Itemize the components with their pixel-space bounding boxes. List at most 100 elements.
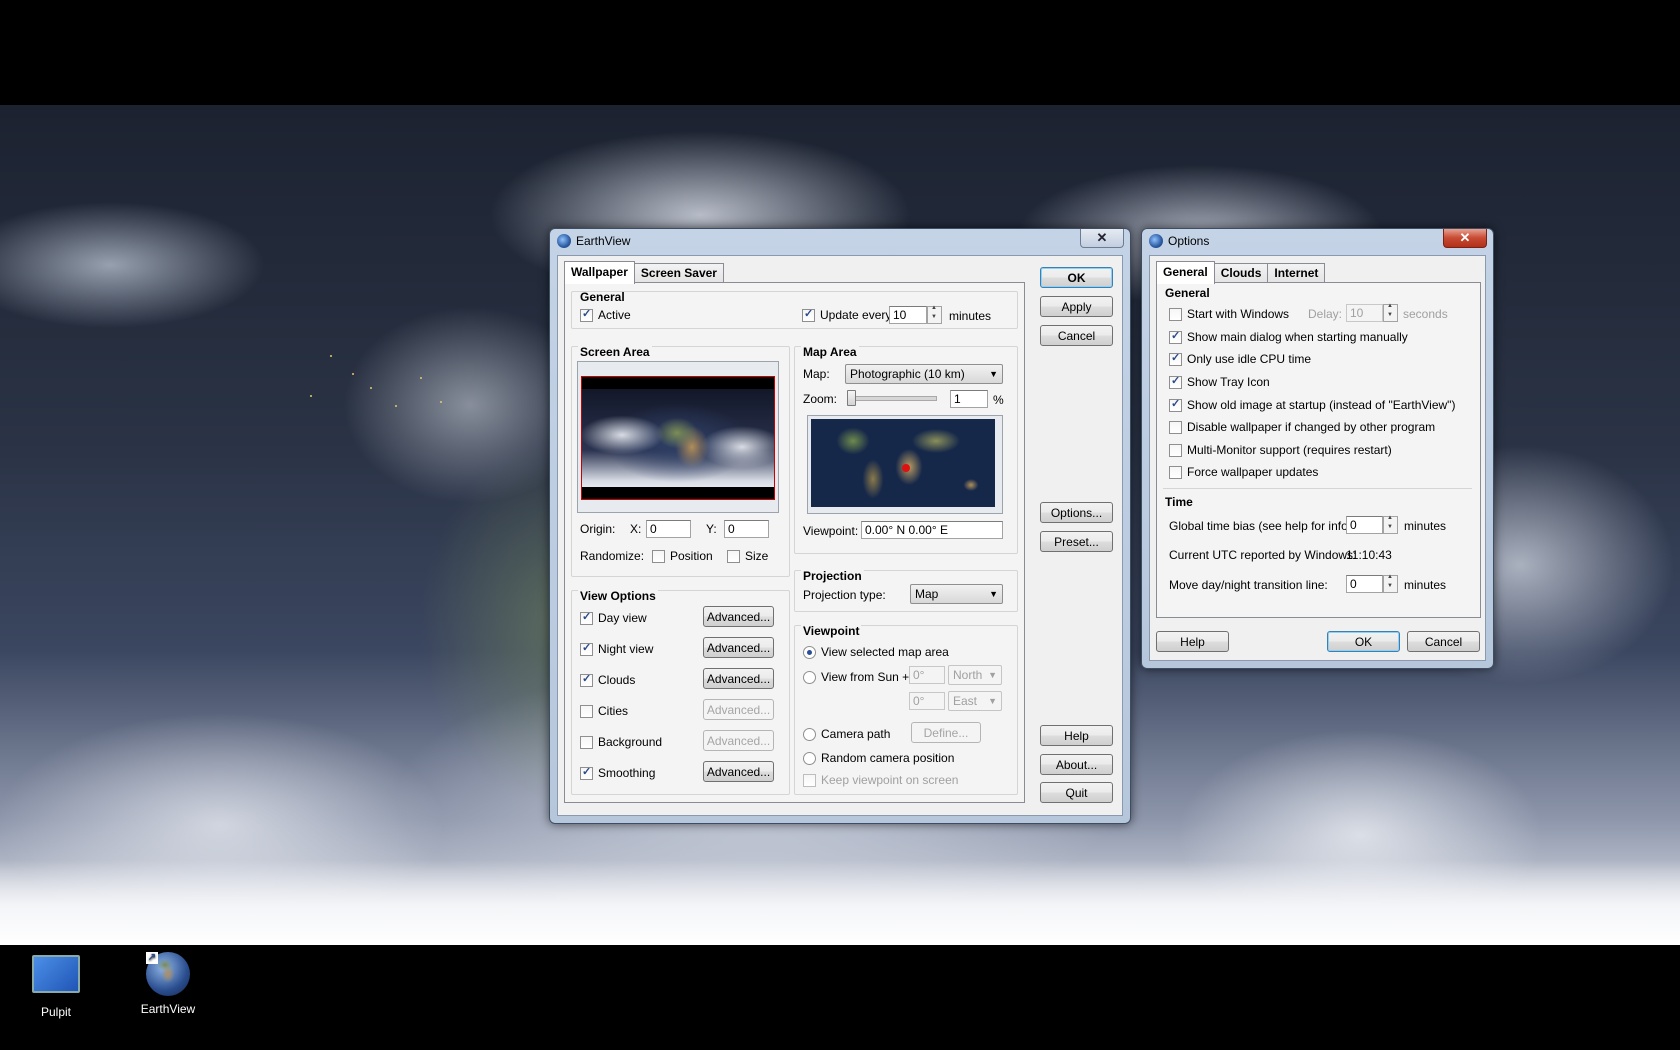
map-select[interactable]: Photographic (10 km) ▼ [845, 364, 1003, 384]
cities-checkbox[interactable] [580, 704, 593, 718]
randomize-position-checkbox[interactable] [652, 549, 665, 563]
help-button[interactable]: Help [1040, 725, 1113, 746]
day-view-advanced-button[interactable]: Advanced... [703, 606, 774, 627]
clouds-advanced-button[interactable]: Advanced... [703, 668, 774, 689]
view-options-group: View Options Day view Advanced... Night … [571, 589, 790, 795]
multi-monitor-checkbox[interactable] [1169, 443, 1182, 457]
earthview-window: EarthView ✕ Wallpaper Screen Saver Gener… [549, 228, 1131, 824]
projection-group: Projection Projection type: Map ▼ [794, 569, 1018, 612]
apply-button[interactable]: Apply [1040, 296, 1113, 317]
longitude-direction-select[interactable]: East ▼ [948, 691, 1002, 711]
section-separator [1163, 488, 1472, 489]
smoothing-advanced-button[interactable]: Advanced... [703, 761, 774, 782]
update-interval-input[interactable]: 10 [889, 306, 927, 324]
viewpoint-group: Viewpoint View selected map area View fr… [794, 624, 1018, 795]
night-view-advanced-button[interactable]: Advanced... [703, 637, 774, 658]
view-selected-map-radio[interactable] [803, 645, 816, 659]
desktop-icon-earthview[interactable]: ↗ EarthView [128, 952, 208, 1016]
tab-wallpaper[interactable]: Wallpaper [564, 261, 635, 284]
options-help-button[interactable]: Help [1156, 631, 1229, 652]
random-camera-radio[interactable] [803, 751, 816, 765]
update-every-checkbox[interactable] [802, 307, 815, 322]
tab-internet[interactable]: Internet [1267, 263, 1326, 283]
origin-y-input[interactable]: 0 [724, 520, 769, 538]
ok-button[interactable]: OK [1040, 267, 1113, 288]
tab-general[interactable]: General [1156, 261, 1215, 284]
group-title-map-area: Map Area [801, 345, 859, 359]
show-main-dialog-checkbox[interactable] [1169, 329, 1182, 344]
time-bias-input[interactable]: 0 [1346, 516, 1383, 534]
group-title-screen-area: Screen Area [578, 345, 652, 359]
quit-button[interactable]: Quit [1040, 782, 1113, 803]
options-client: General Clouds Internet General Start wi… [1149, 255, 1486, 661]
cancel-button[interactable]: Cancel [1040, 325, 1113, 346]
background-checkbox[interactable] [580, 735, 593, 749]
group-title-view-options: View Options [578, 589, 658, 603]
general-group: General Active Update every 10 minutes [571, 290, 1018, 329]
define-camera-path-button[interactable]: Define... [911, 722, 981, 743]
options-general-panel: General Start with Windows Delay: 10 sec… [1156, 282, 1481, 618]
globe-icon: ↗ [146, 952, 190, 996]
close-button[interactable]: ✕ [1080, 229, 1124, 248]
wallpaper-preview-image [581, 376, 775, 500]
origin-x-input[interactable]: 0 [646, 520, 691, 538]
options-cancel-button[interactable]: Cancel [1407, 631, 1480, 652]
map-area-group: Map Area Map: Photographic (10 km) ▼ Zoom… [794, 345, 1018, 554]
options-window-title: Options [1168, 234, 1210, 248]
day-view-checkbox[interactable] [580, 610, 593, 625]
show-old-image-checkbox[interactable] [1169, 397, 1182, 412]
viewpoint-input[interactable]: 0.00° N 0.00° E [861, 521, 1003, 539]
randomize-size-checkbox[interactable] [727, 549, 740, 563]
background-advanced-button[interactable]: Advanced... [703, 730, 774, 751]
update-interval-spinner[interactable] [927, 305, 942, 324]
window-title: EarthView [576, 234, 631, 248]
zoom-slider-track[interactable] [847, 396, 937, 401]
sun-latitude-input[interactable]: 0° [909, 666, 945, 684]
idle-cpu-checkbox[interactable] [1169, 351, 1182, 366]
options-close-button[interactable]: ✕ [1443, 229, 1487, 248]
earthview-titlebar[interactable]: EarthView ✕ [550, 229, 1130, 253]
tab-clouds[interactable]: Clouds [1213, 263, 1269, 283]
screen-preview[interactable] [577, 361, 779, 513]
dropdown-arrow-icon: ▼ [989, 369, 998, 379]
group-title-projection: Projection [801, 569, 864, 583]
zoom-slider-thumb[interactable] [847, 390, 856, 406]
clouds-checkbox[interactable] [580, 672, 593, 687]
keep-viewpoint-checkbox[interactable] [803, 773, 816, 787]
options-button[interactable]: Options... [1040, 502, 1113, 523]
preset-button[interactable]: Preset... [1040, 531, 1113, 552]
transition-offset-spinner[interactable] [1383, 574, 1398, 593]
dropdown-arrow-icon: ▼ [988, 670, 997, 680]
earthview-client: Wallpaper Screen Saver General Active Up… [557, 255, 1123, 816]
desktop-icon-pulpit[interactable]: Pulpit [16, 955, 96, 1019]
options-ok-button[interactable]: OK [1327, 631, 1400, 652]
utc-time-value: 11:10:43 [1346, 548, 1392, 562]
disable-wallpaper-checkbox[interactable] [1169, 420, 1182, 434]
wallpaper-tab-panel: General Active Update every 10 minutes S… [564, 282, 1025, 803]
viewpoint-marker [902, 464, 910, 472]
force-updates-checkbox[interactable] [1169, 465, 1182, 479]
projection-type-select[interactable]: Map ▼ [910, 584, 1003, 604]
show-tray-icon-checkbox[interactable] [1169, 374, 1182, 389]
view-from-sun-radio[interactable] [803, 670, 816, 684]
time-bias-spinner[interactable] [1383, 515, 1398, 534]
start-with-windows-checkbox[interactable] [1169, 307, 1182, 321]
camera-path-radio[interactable] [803, 727, 816, 741]
latitude-direction-select[interactable]: North ▼ [948, 665, 1002, 685]
zoom-input[interactable]: 1 [950, 390, 988, 408]
startup-delay-input[interactable]: 10 [1346, 304, 1383, 322]
map-preview[interactable] [807, 415, 1003, 514]
world-map-image [811, 419, 995, 507]
cities-advanced-button[interactable]: Advanced... [703, 699, 774, 720]
shortcut-arrow-icon: ↗ [146, 952, 158, 964]
about-button[interactable]: About... [1040, 754, 1113, 775]
smoothing-checkbox[interactable] [580, 765, 593, 780]
active-checkbox[interactable] [580, 307, 593, 322]
options-titlebar[interactable]: Options ✕ [1142, 229, 1493, 253]
dropdown-arrow-icon: ▼ [988, 696, 997, 706]
transition-offset-input[interactable]: 0 [1346, 575, 1383, 593]
sun-longitude-input[interactable]: 0° [909, 692, 945, 710]
tab-screen-saver[interactable]: Screen Saver [633, 263, 724, 283]
startup-delay-spinner[interactable] [1383, 303, 1398, 322]
night-view-checkbox[interactable] [580, 641, 593, 656]
